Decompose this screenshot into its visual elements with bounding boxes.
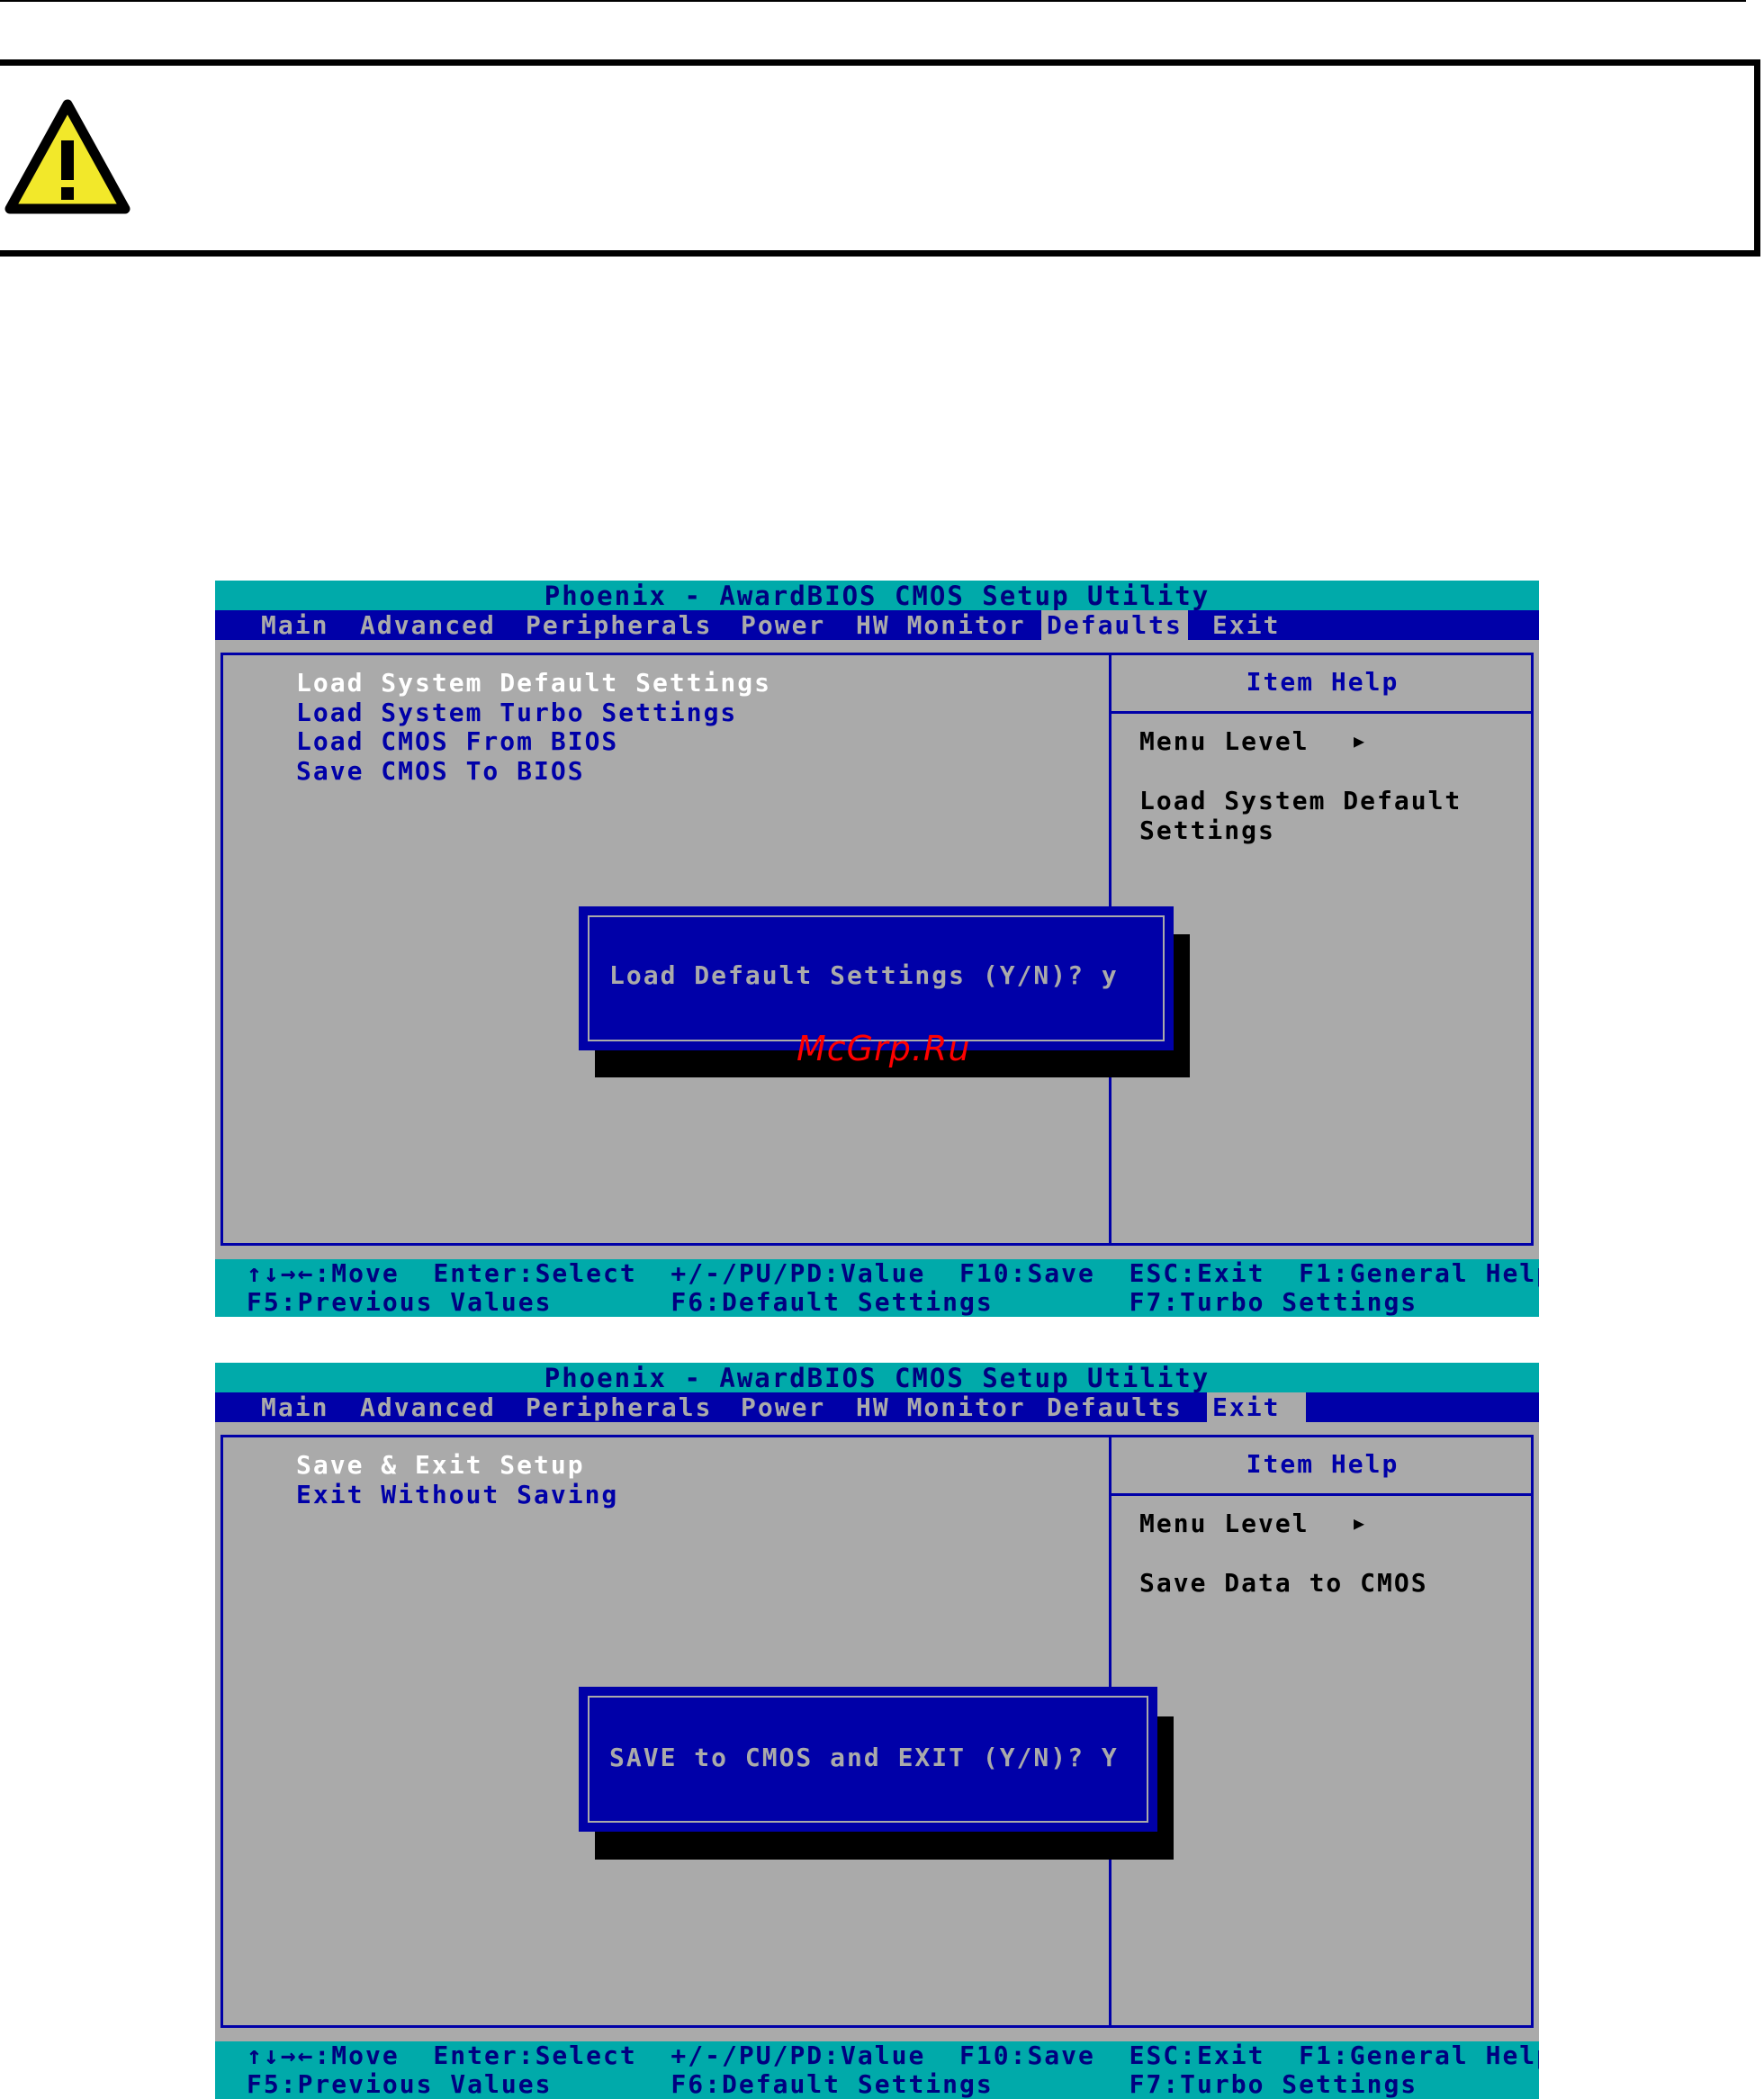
status-line-1: ↑↓→←:Move Enter:Select +/-/PU/PD:Value F… — [247, 1258, 1539, 1288]
triangle-right-icon: ▶ — [1354, 1512, 1365, 1534]
option-load-system-default[interactable]: Load System Default Settings — [296, 668, 771, 698]
menu-power[interactable]: Power — [735, 1392, 831, 1422]
help-description: Load System Default Settings — [1139, 786, 1462, 845]
menu-peripherals[interactable]: Peripherals — [520, 610, 717, 640]
bios-screen-defaults: Phoenix - AwardBIOS CMOS Setup Utility M… — [215, 581, 1539, 1317]
menu-advanced[interactable]: Advanced — [355, 610, 501, 640]
item-help-title: Item Help — [1246, 667, 1400, 697]
watermark: McGrp.Ru — [796, 1029, 971, 1068]
option-save-exit-setup[interactable]: Save & Exit Setup — [296, 1450, 585, 1480]
option-load-cmos-from-bios[interactable]: Load CMOS From BIOS — [296, 726, 618, 756]
option-save-cmos-to-bios[interactable]: Save CMOS To BIOS — [296, 756, 585, 786]
warning-icon — [4, 99, 130, 214]
top-rule — [0, 0, 1746, 2]
status-bar: ↑↓→←:Move Enter:Select +/-/PU/PD:Value F… — [215, 2041, 1539, 2099]
bios-title: Phoenix - AwardBIOS CMOS Setup Utility — [215, 581, 1539, 611]
menu-advanced[interactable]: Advanced — [355, 1392, 501, 1422]
menu-defaults[interactable]: Defaults — [1041, 1392, 1188, 1422]
menu-exit[interactable]: Exit — [1207, 1392, 1306, 1422]
bios-title: Phoenix - AwardBIOS CMOS Setup Utility — [215, 1363, 1539, 1393]
menu-level-label: Menu Level — [1139, 1509, 1310, 1538]
status-line-2: F5:Previous Values F6:Default Settings F… — [247, 2069, 1418, 2099]
dialog-prompt: SAVE to CMOS and EXIT (Y/N)? Y — [609, 1743, 1119, 1772]
menu-main[interactable]: Main — [256, 1392, 334, 1422]
item-help-title: Item Help — [1246, 1449, 1400, 1479]
confirm-dialog[interactable]: SAVE to CMOS and EXIT (Y/N)? Y — [579, 1687, 1157, 1832]
menu-peripherals[interactable]: Peripherals — [520, 1392, 717, 1422]
menu-level-label: Menu Level — [1139, 726, 1310, 756]
bios-menubar: Main Advanced Peripherals Power HW Monit… — [215, 1392, 1539, 1422]
dialog-prompt: Load Default Settings (Y/N)? y — [609, 960, 1119, 990]
menu-exit[interactable]: Exit — [1207, 610, 1285, 640]
help-description: Save Data to CMOS — [1139, 1568, 1428, 1598]
menu-hw-monitor[interactable]: HW Monitor — [850, 1392, 1031, 1422]
help-separator — [1109, 711, 1534, 714]
help-separator — [1109, 1493, 1534, 1496]
option-load-system-turbo[interactable]: Load System Turbo Settings — [296, 698, 737, 727]
triangle-right-icon: ▶ — [1354, 730, 1365, 752]
bios-menubar: Main Advanced Peripherals Power HW Monit… — [215, 610, 1539, 640]
menu-defaults[interactable]: Defaults — [1041, 610, 1188, 640]
status-line-2: F5:Previous Values F6:Default Settings F… — [247, 1287, 1418, 1317]
bios-screen-exit: Phoenix - AwardBIOS CMOS Setup Utility M… — [215, 1363, 1539, 2099]
status-line-1: ↑↓→←:Move Enter:Select +/-/PU/PD:Value F… — [247, 2040, 1539, 2070]
menu-hw-monitor[interactable]: HW Monitor — [850, 610, 1031, 640]
menu-main[interactable]: Main — [256, 610, 334, 640]
option-exit-without-saving[interactable]: Exit Without Saving — [296, 1480, 618, 1509]
menu-power[interactable]: Power — [735, 610, 831, 640]
warning-box — [0, 59, 1760, 257]
status-bar: ↑↓→←:Move Enter:Select +/-/PU/PD:Value F… — [215, 1259, 1539, 1317]
